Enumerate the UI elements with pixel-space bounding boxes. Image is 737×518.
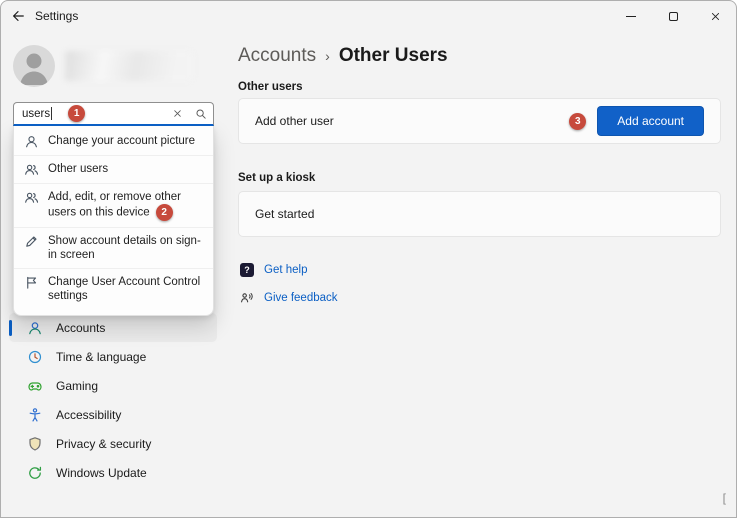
suggestion-label: Add, edit, or remove other users on this…: [48, 190, 203, 221]
suggestion-show-account-details[interactable]: Show account details on sign-in screen: [14, 227, 213, 268]
suggestion-label: Show account details on sign-in screen: [48, 234, 203, 262]
update-icon: [27, 465, 43, 481]
user-name-blurred: [65, 51, 193, 81]
close-button[interactable]: [694, 1, 736, 31]
annotation-badge-1: 1: [68, 105, 85, 122]
section-heading-kiosk: Set up a kiosk: [238, 172, 315, 184]
people-icon: [24, 162, 39, 177]
main-content: Accounts › Other Users Other users Add o…: [238, 31, 721, 517]
get-started-label: Get started: [255, 207, 314, 221]
feedback-icon: [240, 291, 254, 305]
window-controls: [610, 1, 736, 31]
close-icon: [710, 11, 721, 22]
help-links: ? Get help Give feedback: [240, 261, 338, 317]
sidebar-item-windows-update[interactable]: Windows Update: [9, 458, 217, 487]
suggestion-label: Change your account picture: [48, 134, 195, 148]
suggestion-add-edit-remove-users[interactable]: Add, edit, or remove other users on this…: [14, 183, 213, 227]
annotation-badge-3: 3: [569, 113, 586, 130]
shield-icon: [27, 436, 43, 452]
give-feedback-link[interactable]: Give feedback: [240, 289, 338, 307]
text-caret: [51, 107, 52, 120]
sidebar-item-label: Privacy & security: [56, 437, 151, 451]
page-title: Other Users: [339, 45, 448, 67]
person-frame-icon: [24, 134, 39, 149]
sidebar: users 1 Change your account picture Othe…: [1, 31, 233, 517]
annotation-badge-2: 2: [156, 204, 173, 221]
suggestion-label: Other users: [48, 162, 108, 176]
get-help-icon: ?: [240, 263, 254, 277]
search-icon[interactable]: [195, 108, 207, 120]
people-add-icon: [24, 190, 39, 205]
back-arrow-icon: [11, 9, 25, 23]
avatar-person-icon: [13, 45, 55, 87]
get-help-label: Get help: [264, 264, 307, 276]
accounts-icon: [27, 320, 43, 336]
add-other-user-label: Add other user: [255, 114, 334, 128]
suggestion-other-users[interactable]: Other users: [14, 155, 213, 183]
clock-icon: [27, 349, 43, 365]
sidebar-item-privacy-security[interactable]: Privacy & security: [9, 429, 217, 458]
card-add-other-user: Add other user 3 Add account: [238, 98, 721, 144]
accessibility-icon: [27, 407, 43, 423]
sidebar-nav: Accounts Time & language Gaming Accessib…: [9, 313, 217, 487]
sidebar-item-label: Accessibility: [56, 408, 121, 422]
sidebar-item-label: Time & language: [56, 350, 146, 364]
search-suggestions-dropdown: Change your account picture Other users …: [13, 126, 214, 316]
sidebar-item-label: Accounts: [56, 321, 105, 335]
gamepad-icon: [27, 378, 43, 394]
give-feedback-label: Give feedback: [264, 292, 338, 304]
sidebar-item-gaming[interactable]: Gaming: [9, 371, 217, 400]
breadcrumb-separator-icon: ›: [325, 48, 330, 64]
sidebar-item-time-language[interactable]: Time & language: [9, 342, 217, 371]
sidebar-item-label: Gaming: [56, 379, 98, 393]
maximize-button[interactable]: [652, 1, 694, 31]
card-kiosk-get-started[interactable]: Get started: [238, 191, 721, 237]
pen-icon: [24, 234, 39, 249]
text-cursor-artifact: [: [723, 491, 726, 505]
minimize-icon: [626, 16, 636, 17]
user-avatar[interactable]: [13, 45, 55, 87]
clear-search-icon[interactable]: [173, 109, 182, 118]
minimize-button[interactable]: [610, 1, 652, 31]
sidebar-item-label: Windows Update: [56, 466, 147, 480]
sidebar-item-accessibility[interactable]: Accessibility: [9, 400, 217, 429]
breadcrumb: Accounts › Other Users: [238, 45, 448, 67]
flag-icon: [24, 275, 39, 290]
search-value: users: [22, 108, 50, 120]
suggestion-label: Change User Account Control settings: [48, 275, 203, 303]
section-heading-other-users: Other users: [238, 81, 303, 93]
maximize-icon: [669, 12, 678, 21]
settings-window: Settings users 1: [0, 0, 737, 518]
app-title: Settings: [35, 9, 78, 23]
breadcrumb-accounts[interactable]: Accounts: [238, 45, 316, 67]
suggestion-change-uac-settings[interactable]: Change User Account Control settings: [14, 268, 213, 309]
search-input[interactable]: users 1: [13, 102, 214, 126]
suggestion-change-account-picture[interactable]: Change your account picture: [14, 128, 213, 155]
add-account-button[interactable]: Add account: [597, 106, 704, 136]
get-help-link[interactable]: ? Get help: [240, 261, 338, 279]
sidebar-item-accounts[interactable]: Accounts: [9, 313, 217, 342]
titlebar: Settings: [1, 1, 736, 31]
back-button[interactable]: [1, 1, 35, 31]
